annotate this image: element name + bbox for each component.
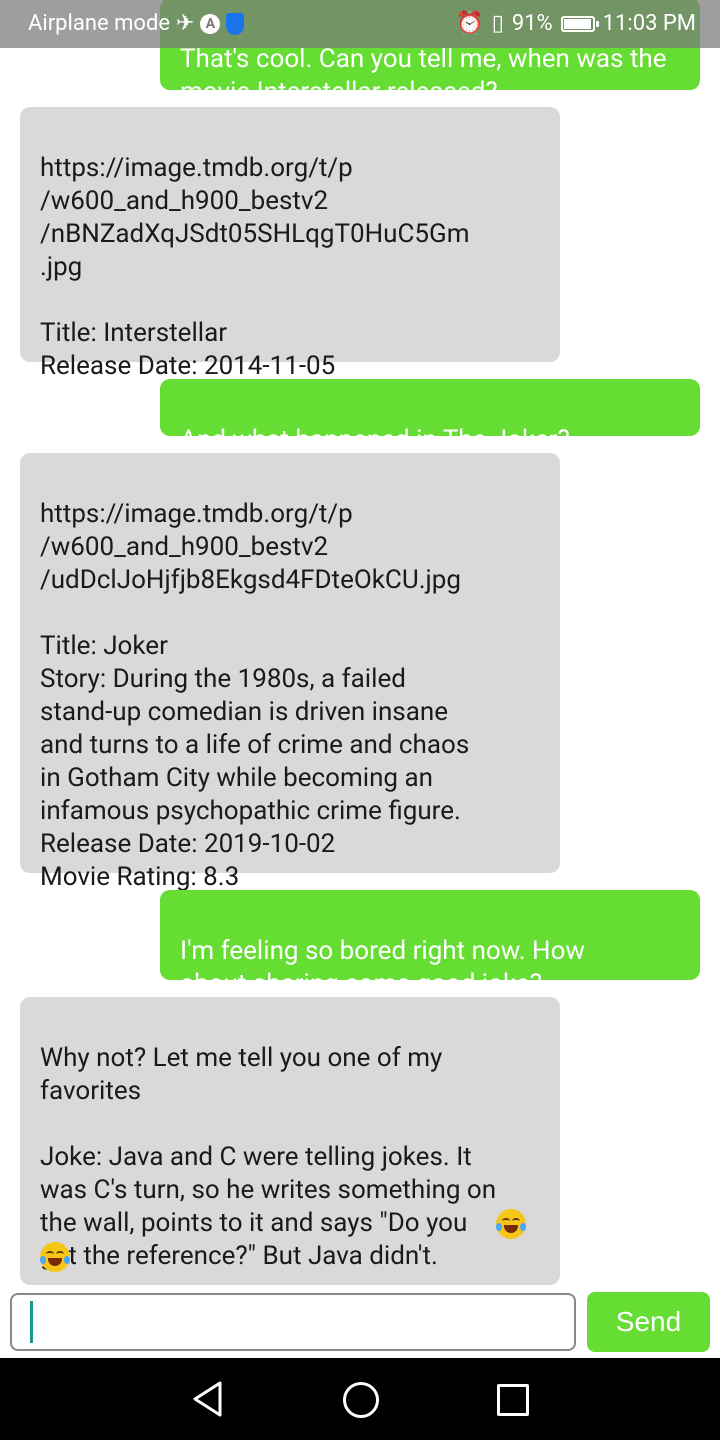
recent-apps-icon[interactable] [497, 1384, 529, 1416]
message-text: I'm feeling so bored right now. How abou… [180, 936, 585, 999]
message-text: Why not? Let me tell you one of my favor… [40, 1043, 497, 1271]
vibrate-icon: ▯ [491, 11, 504, 36]
battery-icon [560, 15, 599, 32]
back-icon[interactable] [190, 1380, 226, 1418]
send-button[interactable]: Send [587, 1292, 710, 1352]
message-composer: Send [0, 1290, 720, 1358]
shield-icon [226, 12, 245, 35]
laughing-emoji-icon [496, 1209, 526, 1239]
airplane-icon: ✈ [176, 11, 195, 36]
status-bar: Airplane mode ✈ A ⏰ ▯ 91% 11:03 PM [0, 0, 720, 48]
app-notification-icon: A [200, 13, 221, 34]
message-received: https://image.tmdb.org/t/p /w600_and_h90… [20, 107, 560, 381]
message-text: https://image.tmdb.org/t/p /w600_and_h90… [40, 153, 470, 381]
airplane-mode-label: Airplane mode [28, 11, 171, 36]
text-cursor [30, 1301, 33, 1343]
message-received: Why not? Let me tell you one of my favor… [20, 997, 560, 1285]
battery-percent: 91% [511, 11, 553, 36]
alarm-icon: ⏰ [456, 11, 484, 36]
message-received: https://image.tmdb.org/t/p /w600_and_h90… [20, 453, 560, 892]
system-navigation-bar [0, 1358, 720, 1440]
message-input[interactable] [10, 1293, 576, 1351]
chat-history[interactable]: That's cool. Can you tell me, when was t… [0, 0, 720, 1290]
home-icon[interactable] [343, 1382, 379, 1418]
message-text: That's cool. Can you tell me, when was t… [180, 44, 667, 107]
clock: 11:03 PM [602, 11, 696, 36]
message-text: And what happened in The Joker? [180, 425, 570, 455]
message-text: https://image.tmdb.org/t/p /w600_and_h90… [40, 499, 470, 892]
message-sent: And what happened in The Joker? [160, 379, 700, 455]
laughing-emoji-icon [40, 1242, 70, 1272]
message-sent: I'm feeling so bored right now. How abou… [160, 890, 700, 999]
